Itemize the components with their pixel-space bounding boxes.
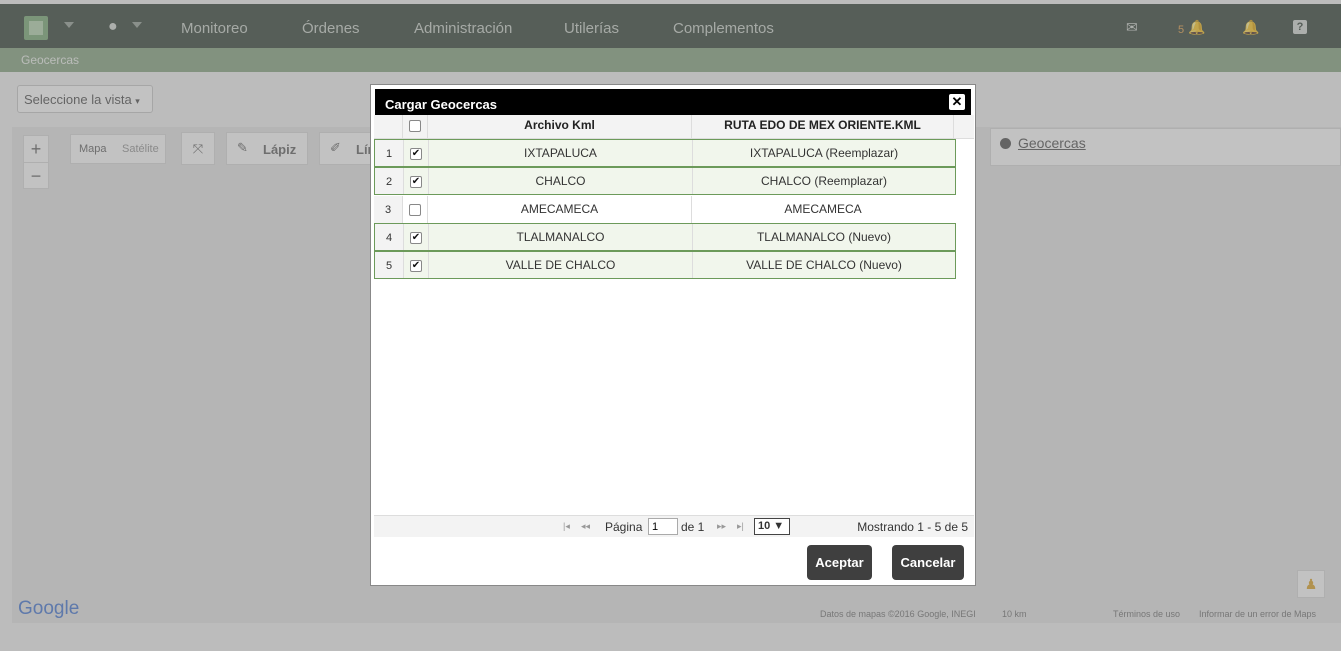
grid-header: Archivo Kml RUTA EDO DE MEX ORIENTE.KML [374,115,974,139]
header-row-number [374,115,403,139]
accept-button[interactable]: Aceptar [807,545,872,580]
table-row[interactable]: 4 ✔ TLALMANALCO TLALMANALCO (Nuevo) [374,223,956,251]
cell-archivo: AMECAMECA [428,196,692,223]
table-row[interactable]: 5 ✔ VALLE DE CHALCO VALLE DE CHALCO (Nue… [374,251,956,279]
grid-pager: |◂ ◂◂ Página de 1 ▸▸ ▸| 10 ▼ Mostrando 1… [374,515,974,537]
page-input[interactable] [648,518,678,535]
cancel-button[interactable]: Cancelar [892,545,964,580]
last-page-icon[interactable]: ▸| [737,521,744,532]
row-checkbox[interactable] [409,204,421,216]
close-icon[interactable]: ✕ [949,94,965,110]
row-number: 5 [375,252,404,278]
table-row[interactable]: 3 AMECAMECA AMECAMECA [374,196,956,224]
kml-grid: Archivo Kml RUTA EDO DE MEX ORIENTE.KML … [374,115,974,515]
cell-archivo: TLALMANALCO [429,224,693,250]
row-checkbox[interactable]: ✔ [410,176,422,188]
page-size-select[interactable]: 10 ▼ [754,518,790,535]
row-checkbox[interactable]: ✔ [410,260,422,272]
table-row[interactable]: 2 ✔ CHALCO CHALCO (Reemplazar) [374,167,956,195]
row-number: 2 [375,168,404,194]
cell-ruta: VALLE DE CHALCO (Nuevo) [746,258,902,272]
select-all-checkbox[interactable] [409,120,421,132]
header-select-all[interactable] [403,115,428,139]
next-page-icon[interactable]: ▸▸ [717,521,726,532]
row-number: 1 [375,140,404,166]
table-row[interactable]: 1 ✔ IXTAPALUCA IXTAPALUCA (Reemplazar) [374,139,956,167]
records-info: Mostrando 1 - 5 de 5 [857,520,968,534]
cell-archivo: CHALCO [429,168,693,194]
header-ruta[interactable]: RUTA EDO DE MEX ORIENTE.KML [692,115,954,139]
page-label: Página [605,520,643,534]
dialog-title-bar: Cargar Geocercas ✕ [375,89,971,115]
cell-ruta: CHALCO (Reemplazar) [760,174,888,188]
prev-page-icon[interactable]: ◂◂ [581,521,590,532]
row-checkbox[interactable]: ✔ [410,148,422,160]
row-number: 4 [375,224,404,250]
header-archivo-kml[interactable]: Archivo Kml [428,115,692,139]
dialog-title: Cargar Geocercas [385,97,498,112]
row-checkbox[interactable]: ✔ [410,232,422,244]
cell-archivo: IXTAPALUCA [429,140,693,166]
row-number: 3 [374,196,403,223]
cell-ruta: IXTAPALUCA (Reemplazar) [749,146,899,160]
first-page-icon[interactable]: |◂ [563,521,570,532]
cell-ruta: TLALMANALCO (Nuevo) [756,230,892,244]
cell-archivo: VALLE DE CHALCO [429,252,693,278]
load-geofences-dialog: Cargar Geocercas ✕ Archivo Kml RUTA EDO … [370,84,976,586]
page-of-label: de 1 [681,520,705,534]
cell-ruta: AMECAMECA [784,202,862,216]
